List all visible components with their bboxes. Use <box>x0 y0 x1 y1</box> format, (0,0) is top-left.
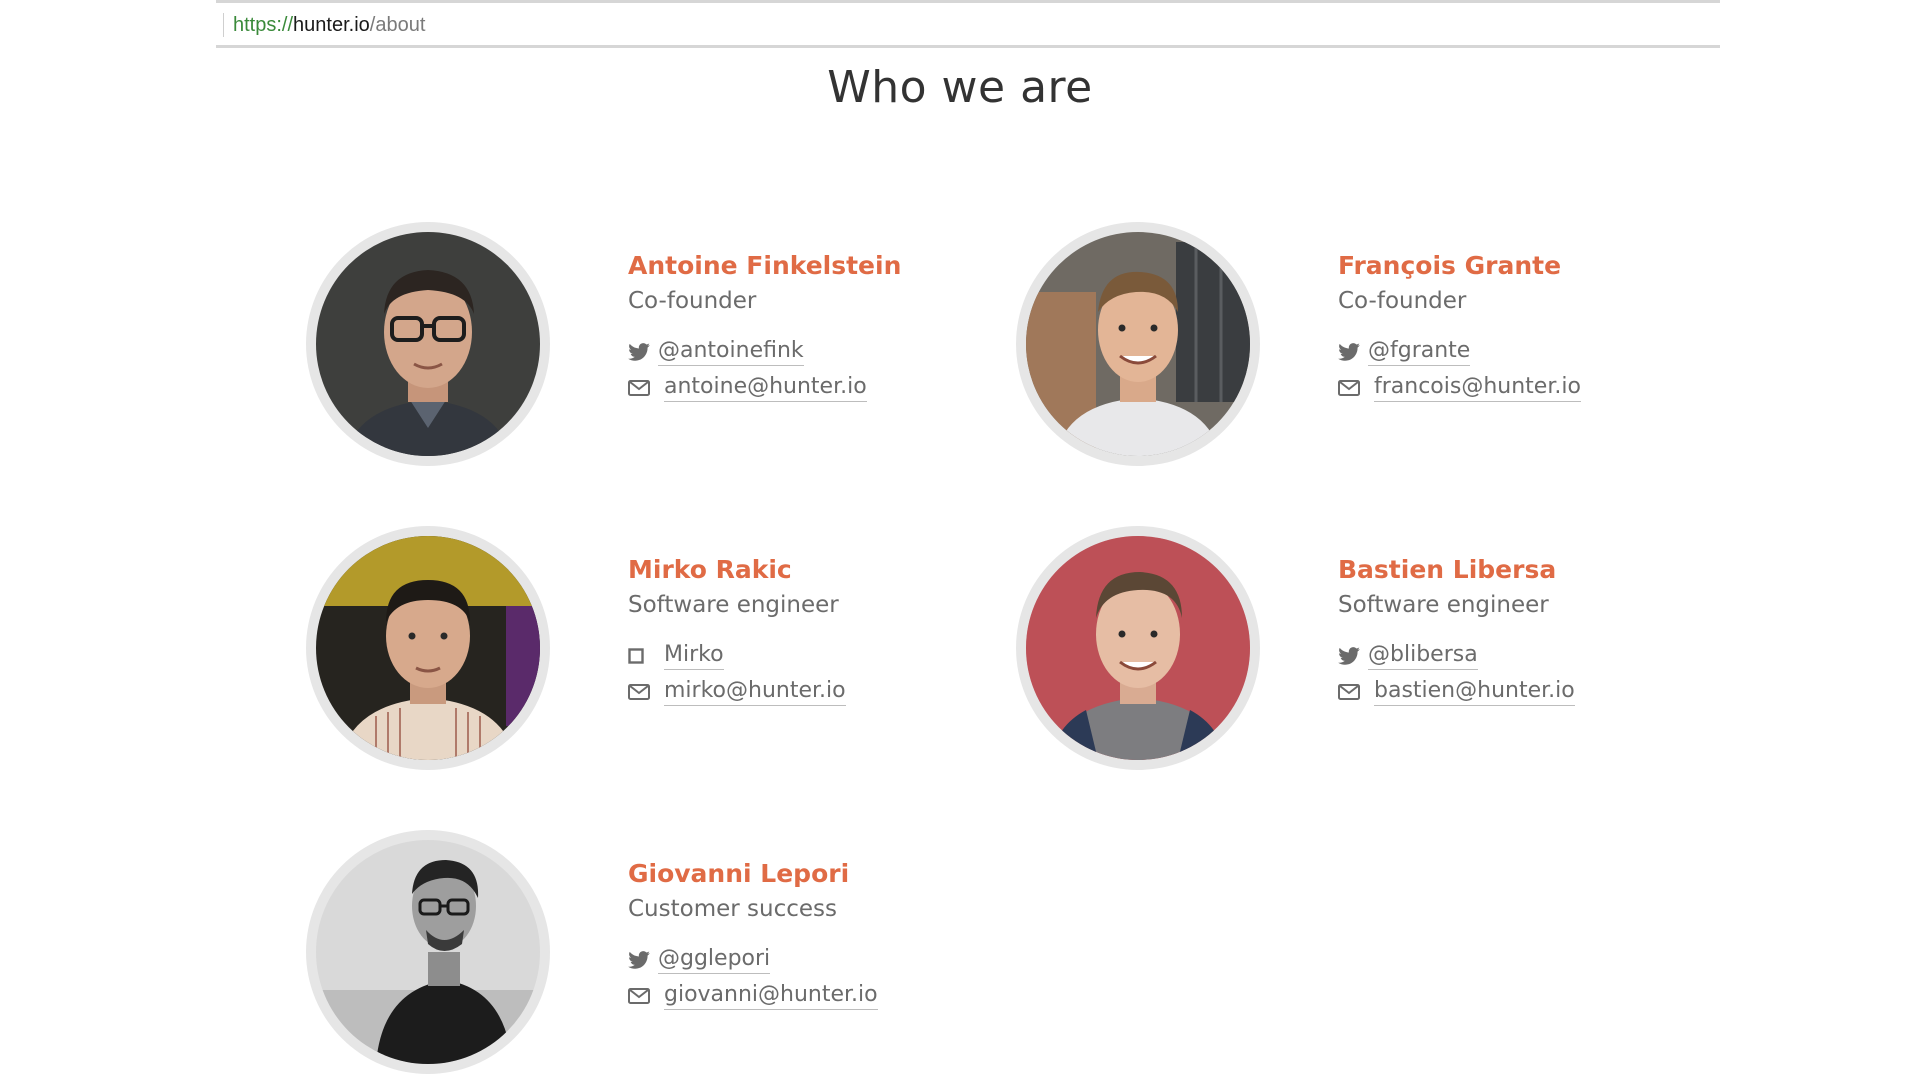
twitter-link[interactable]: @fgrante <box>1368 338 1471 366</box>
mail-icon <box>628 681 652 703</box>
address-url[interactable]: https://hunter.io/about <box>233 13 425 37</box>
mail-icon <box>628 985 652 1007</box>
team-member-card: Mirko Rakic Software engineer Mirko mirk… <box>306 526 946 786</box>
member-name: Giovanni Lepori <box>628 859 850 888</box>
avatar <box>1016 526 1260 770</box>
mail-icon <box>1338 681 1362 703</box>
twitter-link[interactable]: @blibersa <box>1368 642 1478 670</box>
square-icon <box>628 645 652 667</box>
team-member-card: François Grante Co-founder @fgrante fran… <box>1016 222 1656 482</box>
avatar <box>306 830 550 1074</box>
url-path: /about <box>369 14 426 36</box>
team-member-card: Bastien Libersa Software engineer @blibe… <box>1016 526 1656 786</box>
avatar-photo <box>316 536 540 760</box>
email-link[interactable]: antoine@hunter.io <box>664 374 867 402</box>
member-info: Mirko Rakic Software engineer Mirko mirk… <box>628 554 958 710</box>
mail-icon <box>1338 377 1362 399</box>
twitter-icon <box>1338 645 1362 667</box>
twitter-row: Mirko <box>628 638 958 674</box>
url-host: hunter.io <box>293 14 370 36</box>
member-role: Customer success <box>628 896 837 922</box>
email-link[interactable]: bastien@hunter.io <box>1374 678 1575 706</box>
member-role: Co-founder <box>628 288 757 314</box>
email-row: giovanni@hunter.io <box>628 978 958 1014</box>
mail-icon <box>628 377 652 399</box>
member-name: Bastien Libersa <box>1338 555 1557 584</box>
twitter-icon <box>628 341 652 363</box>
twitter-link[interactable]: Mirko <box>664 642 724 670</box>
member-info: Bastien Libersa Software engineer @blibe… <box>1338 554 1668 710</box>
avatar <box>306 526 550 770</box>
team-member-card: Giovanni Lepori Customer success @gglepo… <box>306 830 946 1080</box>
twitter-link[interactable]: @antoinefink <box>658 338 804 366</box>
avatar <box>1016 222 1260 466</box>
avatar-photo <box>1026 536 1250 760</box>
avatar-photo <box>316 232 540 456</box>
email-row: francois@hunter.io <box>1338 370 1668 406</box>
avatar-photo <box>316 840 540 1064</box>
twitter-row: @gglepori <box>628 942 958 978</box>
avatar <box>306 222 550 466</box>
twitter-row: @fgrante <box>1338 334 1668 370</box>
email-link[interactable]: mirko@hunter.io <box>664 678 846 706</box>
member-name: François Grante <box>1338 251 1562 280</box>
page-title: Who we are <box>827 62 1093 113</box>
member-name: Antoine Finkelstein <box>628 251 902 280</box>
about-page: https://hunter.io/about Who we are Antoi… <box>0 0 1920 1080</box>
twitter-icon <box>628 949 652 971</box>
member-role: Software engineer <box>1338 592 1549 618</box>
team-member-card: Antoine Finkelstein Co-founder @antoinef… <box>306 222 946 482</box>
member-role: Co-founder <box>1338 288 1467 314</box>
member-info: Giovanni Lepori Customer success @gglepo… <box>628 858 958 1014</box>
twitter-icon <box>1338 341 1362 363</box>
twitter-row: @blibersa <box>1338 638 1668 674</box>
avatar-photo <box>1026 232 1250 456</box>
member-info: François Grante Co-founder @fgrante fran… <box>1338 250 1668 406</box>
member-role: Software engineer <box>628 592 839 618</box>
email-row: bastien@hunter.io <box>1338 674 1668 710</box>
email-row: antoine@hunter.io <box>628 370 958 406</box>
email-link[interactable]: francois@hunter.io <box>1374 374 1581 402</box>
member-info: Antoine Finkelstein Co-founder @antoinef… <box>628 250 958 406</box>
twitter-row: @antoinefink <box>628 334 958 370</box>
twitter-link[interactable]: @gglepori <box>658 946 771 974</box>
address-bar-divider <box>223 13 224 37</box>
member-name: Mirko Rakic <box>628 555 792 584</box>
email-row: mirko@hunter.io <box>628 674 958 710</box>
url-scheme: https:// <box>233 14 294 36</box>
email-link[interactable]: giovanni@hunter.io <box>664 982 878 1010</box>
address-bar[interactable]: https://hunter.io/about <box>216 0 1720 48</box>
